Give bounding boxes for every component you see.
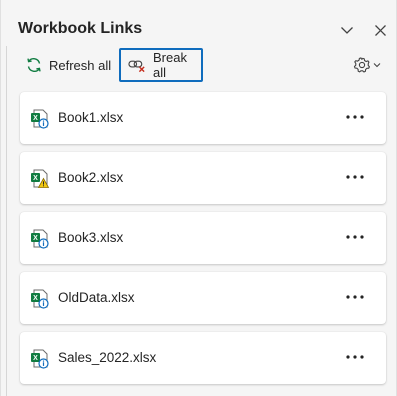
- svg-text:X: X: [33, 175, 38, 182]
- link-card-olddata[interactable]: X OldData.xlsx: [20, 272, 386, 324]
- refresh-icon: [27, 57, 41, 73]
- link-card-book3[interactable]: X Book3.xlsx: [20, 212, 386, 264]
- link-file-name: OldData.xlsx: [58, 290, 135, 305]
- more-icon: [346, 295, 364, 299]
- refresh-all-label: Refresh all: [49, 57, 112, 73]
- break-link-icon: [128, 60, 145, 73]
- more-options-button[interactable]: [344, 228, 366, 246]
- chevron-down-icon: [373, 63, 381, 68]
- pane-title: Workbook Links: [18, 20, 143, 37]
- break-all-label: Break all: [152, 50, 187, 80]
- collapse-pane-button[interactable]: [337, 20, 357, 40]
- more-icon: [346, 175, 364, 179]
- more-icon: [346, 115, 364, 119]
- toolbar: Refresh all Break all: [1, 48, 396, 84]
- link-file-name: Book2.xlsx: [58, 170, 124, 185]
- break-all-button[interactable]: Break all: [119, 48, 203, 82]
- link-card-sales-2022[interactable]: X Sales_2022.xlsx: [20, 332, 386, 384]
- pane-edge: [6, 46, 7, 396]
- more-icon: [346, 355, 364, 359]
- excel-file-info-icon: X: [31, 289, 49, 309]
- excel-file-info-icon: X: [31, 229, 49, 249]
- svg-text:X: X: [33, 115, 38, 122]
- excel-file-info-icon: X: [31, 109, 49, 129]
- refresh-all-button[interactable]: Refresh all: [23, 48, 113, 82]
- close-icon: [374, 24, 386, 36]
- gear-icon: [353, 57, 371, 73]
- chevron-down-icon: [341, 27, 353, 34]
- close-pane-button[interactable]: [370, 20, 390, 40]
- link-card-book2[interactable]: X Book2.xlsx: [20, 152, 386, 204]
- svg-text:X: X: [33, 295, 38, 302]
- more-options-button[interactable]: [344, 168, 366, 186]
- workbook-links-pane: Workbook Links Refresh all Break all X B…: [0, 0, 397, 396]
- link-file-name: Sales_2022.xlsx: [58, 350, 157, 365]
- more-options-button[interactable]: [344, 108, 366, 126]
- svg-text:X: X: [33, 235, 38, 242]
- excel-file-warning-icon: X: [31, 169, 50, 188]
- more-options-button[interactable]: [344, 288, 366, 306]
- link-file-name: Book1.xlsx: [58, 110, 124, 125]
- more-icon: [346, 235, 364, 239]
- link-card-book1[interactable]: X Book1.xlsx: [20, 92, 386, 144]
- more-options-button[interactable]: [344, 348, 366, 366]
- svg-text:X: X: [33, 355, 38, 362]
- pane-header: Workbook Links: [1, 0, 396, 46]
- link-file-name: Book3.xlsx: [58, 230, 124, 245]
- excel-file-info-icon: X: [31, 349, 49, 369]
- settings-dropdown-button[interactable]: [353, 53, 381, 77]
